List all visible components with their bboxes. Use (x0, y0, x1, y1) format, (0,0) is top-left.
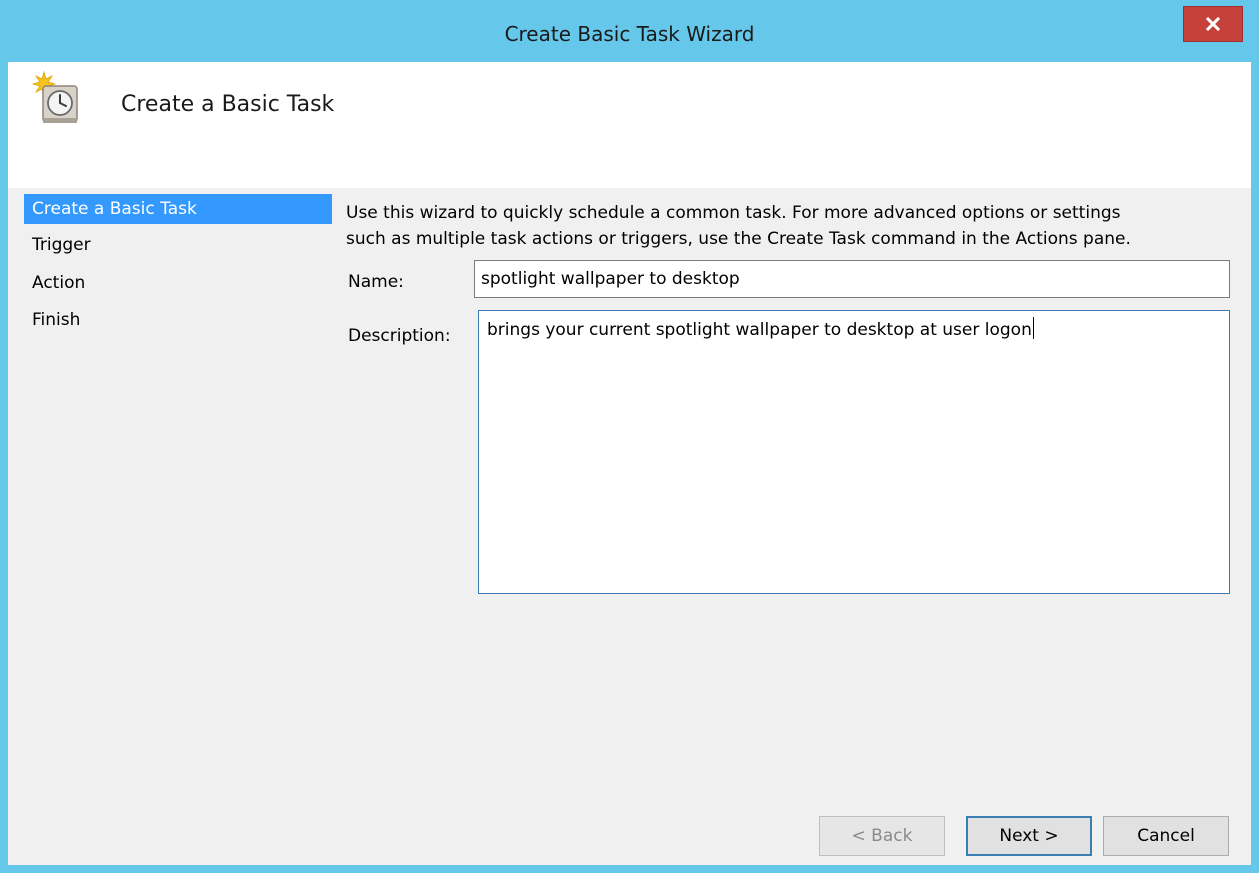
close-icon (1205, 16, 1221, 32)
description-field-value: brings your current spotlight wallpaper … (487, 320, 1032, 340)
step-trigger[interactable]: Trigger (24, 230, 332, 260)
wizard-content: Use this wizard to quickly schedule a co… (338, 188, 1251, 865)
step-finish[interactable]: Finish (24, 305, 332, 335)
description-field[interactable]: brings your current spotlight wallpaper … (478, 310, 1230, 594)
wizard-steps: Create a Basic Task Trigger Action Finis… (8, 188, 338, 865)
task-scheduler-clock-icon (31, 70, 78, 123)
next-button[interactable]: Next > (966, 816, 1092, 856)
title-bar[interactable]: Create Basic Task Wizard (0, 0, 1259, 62)
intro-line-1: Use this wizard to quickly schedule a co… (346, 203, 1121, 223)
cancel-button[interactable]: Cancel (1103, 816, 1229, 856)
step-action[interactable]: Action (24, 268, 332, 298)
step-create-basic-task[interactable]: Create a Basic Task (24, 194, 332, 224)
back-button[interactable]: < Back (819, 816, 945, 856)
name-label: Name: (348, 272, 404, 292)
name-field-value: spotlight wallpaper to desktop (481, 269, 740, 289)
text-caret (1032, 317, 1034, 339)
window-title: Create Basic Task Wizard (504, 22, 755, 46)
description-label: Description: (348, 326, 451, 346)
wizard-window: Create Basic Task Wizard Create a Basic … (0, 0, 1259, 873)
wizard-header: Create a Basic Task (8, 62, 1251, 188)
wizard-client: Create a Basic Task Create a Basic Task … (8, 62, 1251, 865)
close-button[interactable] (1183, 6, 1243, 42)
name-field[interactable]: spotlight wallpaper to desktop (474, 260, 1230, 298)
page-title: Create a Basic Task (121, 92, 335, 117)
intro-line-2: such as multiple task actions or trigger… (346, 229, 1131, 249)
intro-text: Use this wizard to quickly schedule a co… (346, 200, 1236, 252)
